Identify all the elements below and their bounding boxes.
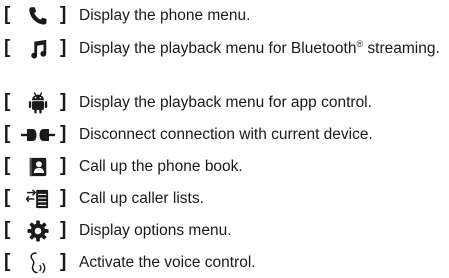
item-description: Call up caller lists. [79,190,204,207]
bracket-close: ] [60,4,67,25]
bracket-open: [ [4,123,11,144]
phone-icon [20,4,56,28]
disconnect-plug-icon [20,123,56,147]
bracket-close: ] [60,37,67,58]
gear-icon [20,219,56,243]
bracket-open: [ [4,155,11,176]
bracket-close: ] [60,187,67,208]
item-description: Display the phone menu. [79,7,251,24]
bracket-open: [ [4,187,11,208]
bracket-open: [ [4,4,11,25]
item-description: Display options menu. [79,222,232,239]
bracket-open: [ [4,37,11,58]
android-icon [20,91,56,115]
item-description: Display the playback menu for Bluetooth®… [79,39,440,58]
item-description: Disconnect connection with current devic… [79,126,373,143]
bracket-open: [ [4,91,11,112]
caller-list-icon [20,187,56,211]
music-note-icon [20,37,56,61]
bracket-close: ] [60,91,67,112]
voice-control-icon [20,251,56,275]
item-description: Activate the voice control. [79,254,256,271]
bracket-close: ] [60,123,67,144]
item-description: Display the playback menu for app contro… [79,94,372,111]
bracket-open: [ [4,219,11,240]
bracket-close: ] [60,251,67,272]
bracket-open: [ [4,251,11,272]
bracket-close: ] [60,219,67,240]
item-description: Call up the phone book. [79,158,243,175]
bracket-close: ] [60,155,67,176]
phonebook-icon [20,155,56,179]
